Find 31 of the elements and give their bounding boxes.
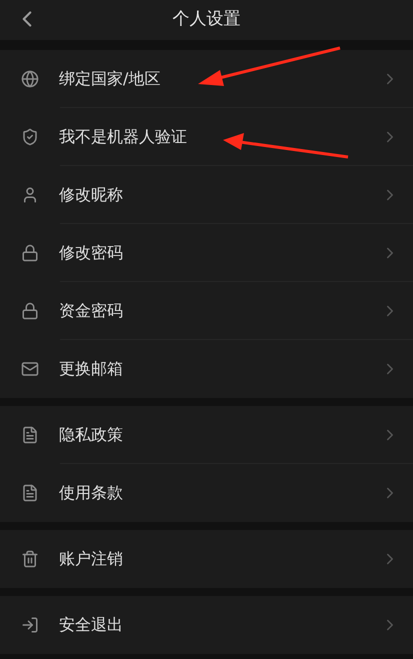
trash-icon bbox=[21, 550, 39, 568]
settings-item[interactable]: 绑定国家/地区 bbox=[0, 50, 413, 108]
lock-icon bbox=[21, 302, 39, 320]
document-icon bbox=[21, 426, 39, 444]
settings-item[interactable]: 隐私政策 bbox=[0, 406, 413, 464]
item-label: 资金密码 bbox=[59, 300, 123, 322]
item-label: 绑定国家/地区 bbox=[59, 68, 160, 90]
shield-check-icon bbox=[21, 128, 39, 146]
globe-icon bbox=[21, 70, 39, 88]
item-label: 修改昵称 bbox=[59, 184, 123, 206]
settings-item[interactable]: 使用条款 bbox=[0, 464, 413, 522]
settings-item[interactable]: 我不是机器人验证 bbox=[0, 108, 413, 166]
mail-icon bbox=[21, 360, 39, 378]
lock-icon bbox=[21, 244, 39, 262]
item-label: 安全退出 bbox=[59, 614, 123, 636]
item-label: 修改密码 bbox=[59, 242, 123, 264]
item-label: 账户注销 bbox=[59, 548, 123, 570]
item-label: 我不是机器人验证 bbox=[59, 126, 187, 148]
settings-item[interactable]: 安全退出 bbox=[0, 596, 413, 654]
settings-item[interactable]: 修改昵称 bbox=[0, 166, 413, 224]
settings-item[interactable]: 账户注销 bbox=[0, 530, 413, 588]
document-icon bbox=[21, 484, 39, 502]
user-icon bbox=[21, 186, 39, 204]
settings-item[interactable]: 修改密码 bbox=[0, 224, 413, 282]
page-title: 个人设置 bbox=[172, 8, 240, 32]
item-label: 更换邮箱 bbox=[59, 358, 123, 380]
exit-icon bbox=[21, 616, 39, 634]
settings-item[interactable]: 资金密码 bbox=[0, 282, 413, 340]
item-label: 隐私政策 bbox=[59, 424, 123, 446]
settings-item[interactable]: 更换邮箱 bbox=[0, 340, 413, 398]
item-label: 使用条款 bbox=[59, 482, 123, 504]
